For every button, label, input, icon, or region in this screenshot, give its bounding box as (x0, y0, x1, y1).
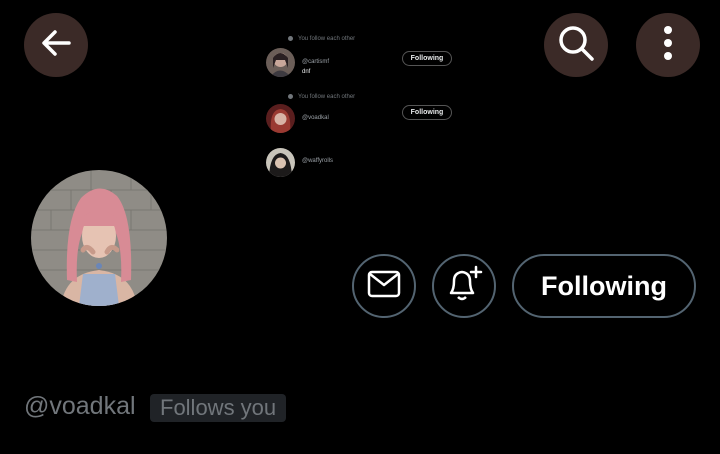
message-button[interactable] (352, 254, 416, 318)
list-item-name: dnf (302, 69, 311, 75)
search-icon (556, 23, 596, 68)
person-icon (288, 94, 293, 99)
back-button[interactable] (24, 13, 88, 77)
avatar (266, 148, 295, 177)
following-button[interactable]: Following (402, 51, 452, 66)
mail-icon (367, 270, 401, 303)
person-icon (288, 36, 293, 41)
bell-plus-icon (444, 265, 484, 308)
follow-note: You follow each other (288, 36, 355, 42)
list-item-handle: @voadkal (302, 115, 329, 121)
search-button[interactable] (544, 13, 608, 77)
follow-note: You follow each other (288, 94, 355, 100)
list-item-handle: @cartismf (302, 59, 330, 65)
arrow-left-icon (37, 24, 75, 67)
notifications-button[interactable] (432, 254, 496, 318)
more-vertical-icon (663, 25, 673, 66)
profile-handle: @voadkal (24, 392, 136, 420)
following-button[interactable]: Following (402, 105, 452, 120)
avatar (266, 48, 295, 77)
follows-you-badge: Follows you (150, 394, 287, 422)
list-item-handle: @waffyrolls (302, 158, 333, 164)
avatar (266, 104, 295, 133)
more-options-button[interactable] (636, 13, 700, 77)
profile-avatar[interactable] (29, 168, 169, 308)
following-button[interactable]: Following (512, 254, 696, 318)
